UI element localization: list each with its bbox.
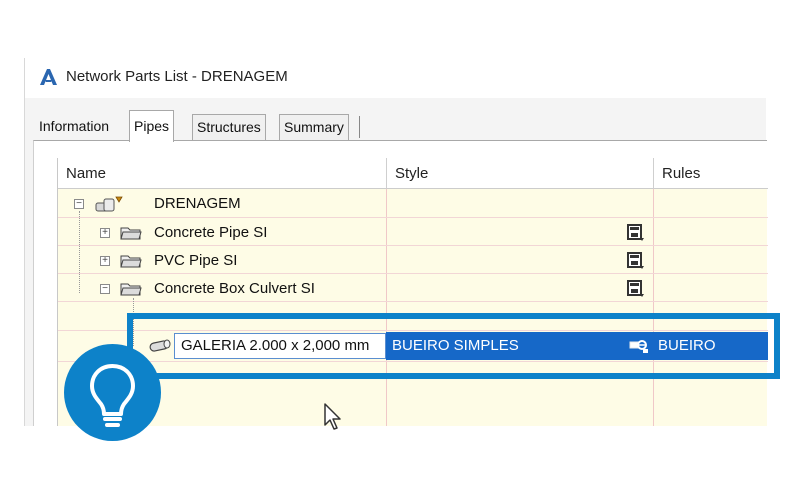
screenshot-stage: Network Parts List - DRENAGEM Informatio… [0, 0, 795, 485]
tree-label: DRENAGEM [154, 195, 241, 212]
lightbulb-icon [90, 364, 135, 427]
folder-icon [120, 254, 142, 268]
autocad-logo-icon [37, 66, 59, 88]
tip-badge [64, 344, 161, 441]
column-header-name[interactable]: Name [58, 158, 386, 189]
tree-label: PVC Pipe SI [154, 252, 238, 269]
tree-row-root[interactable]: − DRENAGEM [58, 190, 768, 218]
tab-information[interactable]: Information [35, 114, 113, 140]
folder-icon [120, 226, 142, 240]
collapse-toggle[interactable]: − [100, 284, 110, 294]
expand-toggle[interactable]: + [100, 256, 110, 266]
column-header-rules[interactable]: Rules [654, 158, 768, 189]
highlight-frame [127, 313, 780, 379]
mouse-cursor-icon [322, 402, 344, 432]
tree-label: Concrete Box Culvert SI [154, 280, 315, 297]
parts-list-view: Name Style Rules − DRENAGEM + Concrete P… [57, 158, 768, 426]
column-header-style[interactable]: Style [387, 158, 653, 189]
tab-strip-end [359, 116, 361, 138]
tab-structures[interactable]: Structures [192, 114, 266, 140]
expand-toggle[interactable]: + [100, 228, 110, 238]
tree-row-pvc-pipe[interactable]: + PVC Pipe SI [58, 247, 768, 275]
list-header: Name Style Rules [58, 158, 768, 189]
tab-strip: Information Pipes Structures Summary [25, 110, 767, 142]
tab-pipes[interactable]: Pipes [129, 110, 175, 142]
tree-label: Concrete Pipe SI [154, 224, 268, 241]
title-bar: Network Parts List - DRENAGEM [25, 58, 767, 98]
window-title: Network Parts List - DRENAGEM [66, 68, 288, 85]
collapse-toggle[interactable]: − [74, 199, 84, 209]
tab-summary[interactable]: Summary [279, 114, 349, 140]
folder-open-icon [120, 282, 142, 296]
style-pick-icon[interactable] [627, 251, 645, 271]
tree-row-box-culvert[interactable]: − Concrete Box Culvert SI [58, 275, 768, 303]
style-pick-icon[interactable] [627, 223, 645, 243]
style-pick-icon[interactable] [627, 279, 645, 299]
parts-list-icon [94, 195, 124, 215]
tree-row-concrete-pipe[interactable]: + Concrete Pipe SI [58, 219, 768, 247]
